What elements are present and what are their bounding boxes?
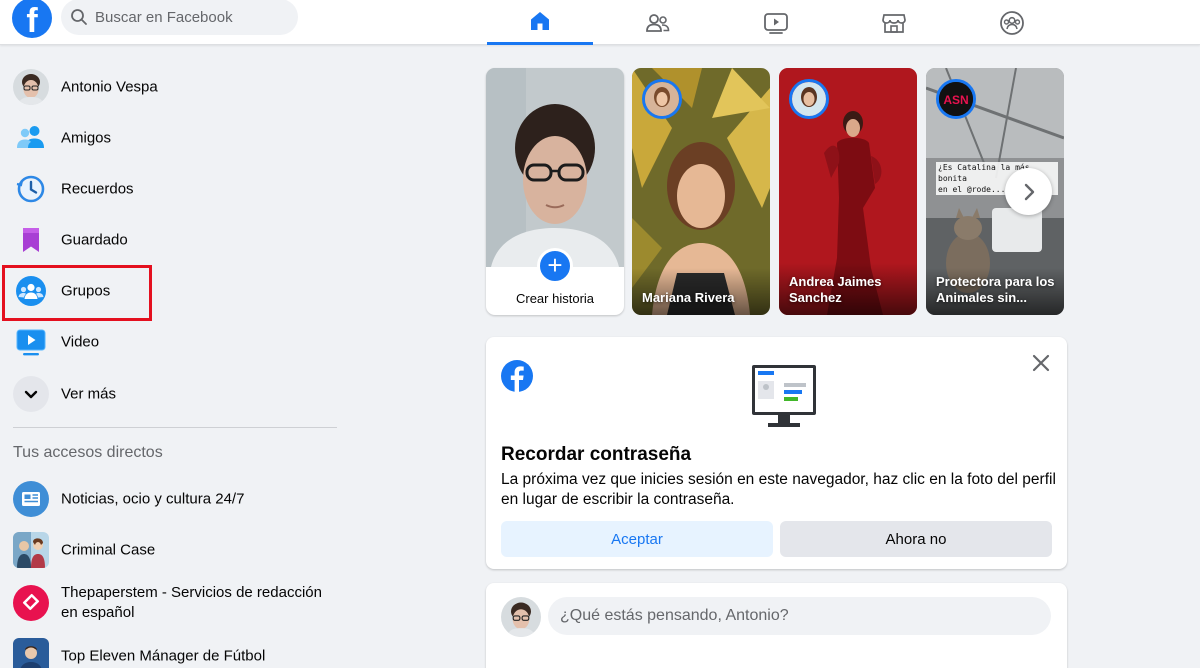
sidebar-item-amigos[interactable]: Amigos (0, 112, 340, 163)
sidebar-item-guardado[interactable]: Guardado (0, 214, 340, 265)
story-name-line2: Sanchez (789, 290, 842, 305)
card-description: La próxima vez que inicies sesión en est… (501, 471, 1056, 508)
shortcut-item-thepaperstem[interactable]: Thepaperstem - Servicios de redacción en… (0, 577, 340, 629)
post-composer: ¿Qué estás pensando, Antonio? (486, 583, 1067, 668)
sidebar-item-recuerdos[interactable]: Recuerdos (0, 163, 340, 214)
shortcut-item-top-eleven[interactable]: Top Eleven Mánager de Fútbol (0, 630, 340, 668)
avatar (13, 68, 49, 105)
friends-icon (17, 125, 44, 148)
avatar[interactable] (501, 597, 541, 637)
top-navigation-bar: f (0, 0, 1200, 45)
story-author-name: Protectora para los Animales sin... (936, 274, 1056, 306)
stories-next-button[interactable] (1005, 168, 1052, 215)
svg-text:ASN: ASN (943, 93, 968, 107)
shortcuts-heading: Tus accesos directos (13, 444, 163, 461)
marketplace-icon (882, 13, 906, 33)
close-icon[interactable] (1029, 351, 1053, 375)
tab-groups[interactable] (959, 0, 1065, 45)
facebook-logo[interactable]: f (12, 0, 52, 38)
shortcut-label: Criminal Case (61, 541, 156, 558)
tab-marketplace[interactable] (841, 0, 947, 45)
highlight-annotation-box (2, 265, 152, 321)
accept-button[interactable]: Aceptar (501, 521, 773, 557)
not-now-button[interactable]: Ahora no (780, 521, 1052, 557)
computer-illustration (752, 365, 816, 427)
bookmark-icon (23, 227, 39, 252)
tab-friends[interactable] (605, 0, 711, 45)
search-box[interactable] (61, 0, 298, 35)
sidebar-item-label: Recuerdos (61, 180, 134, 197)
card-title: Recordar contraseña (501, 444, 692, 465)
memories-clock-icon (16, 175, 45, 202)
sidebar-item-label: Video (61, 333, 100, 350)
game-thumbnail (13, 531, 49, 568)
facebook-logo-icon (501, 360, 533, 392)
remember-password-card: Recordar contraseña La próxima vez que i… (486, 337, 1067, 569)
shortcut-item-noticias[interactable]: Noticias, ocio y cultura 24/7 (0, 473, 340, 524)
video-icon (16, 329, 46, 355)
search-input[interactable] (95, 0, 290, 35)
see-more-circle (13, 375, 49, 412)
tab-home[interactable] (487, 0, 593, 45)
story-author-name: Mariana Rivera (642, 290, 735, 305)
chevron-right-icon (1024, 183, 1034, 200)
story-card-andrea[interactable]: Andrea Jaimes Sanchez (779, 68, 917, 315)
create-story-label: Crear historia (515, 291, 595, 306)
story-avatar (789, 79, 829, 119)
watch-icon (764, 12, 788, 34)
profile-photo (486, 68, 624, 267)
search-icon (71, 9, 87, 25)
story-author-name: Andrea Jaimes Sanchez (789, 274, 909, 306)
groups-icon (1000, 10, 1024, 35)
shortcut-label: Top Eleven Mánager de Fútbol (61, 647, 266, 664)
sidebar-divider (13, 427, 337, 428)
sidebar-item-label: Amigos (61, 129, 112, 146)
add-story-button[interactable]: + (537, 248, 573, 284)
story-avatar: ASN (936, 79, 976, 119)
shortcut-label: Noticias, ocio y cultura 24/7 (61, 490, 245, 507)
chevron-down-icon (24, 390, 38, 398)
sidebar-item-profile[interactable]: Antonio Vespa (0, 61, 340, 112)
shortcut-label-line1: Thepaperstem - Servicios de redacción (61, 584, 322, 601)
friends-icon (646, 13, 670, 32)
shortcut-label: Thepaperstem - Servicios de redacción en… (61, 583, 322, 623)
sidebar-item-video[interactable]: Video (0, 316, 340, 367)
story-card-mariana[interactable]: Mariana Rivera (632, 68, 770, 315)
create-story-card[interactable]: + Crear historia (486, 68, 624, 315)
story-name-line1: Andrea Jaimes (789, 274, 882, 289)
home-icon (531, 12, 549, 30)
whats-on-your-mind-input[interactable]: ¿Qué estás pensando, Antonio? (548, 597, 1051, 635)
story-name-line1: Protectora para los (936, 274, 1055, 289)
story-name-line2: Animales sin... (936, 290, 1028, 305)
game-thumbnail (13, 637, 49, 668)
tab-watch[interactable] (723, 0, 829, 45)
sidebar-item-label: Guardado (61, 231, 128, 248)
sidebar-item-ver-mas[interactable]: Ver más (0, 368, 340, 419)
shortcut-item-criminal-case[interactable]: Criminal Case (0, 524, 340, 575)
shortcut-label-line2: en español (61, 604, 135, 621)
thepaperstem-page-avatar (13, 585, 49, 621)
story-avatar (642, 79, 682, 119)
news-page-avatar (13, 480, 49, 517)
sidebar-item-label: Ver más (61, 385, 117, 402)
sidebar-item-label: Antonio Vespa (61, 78, 158, 95)
